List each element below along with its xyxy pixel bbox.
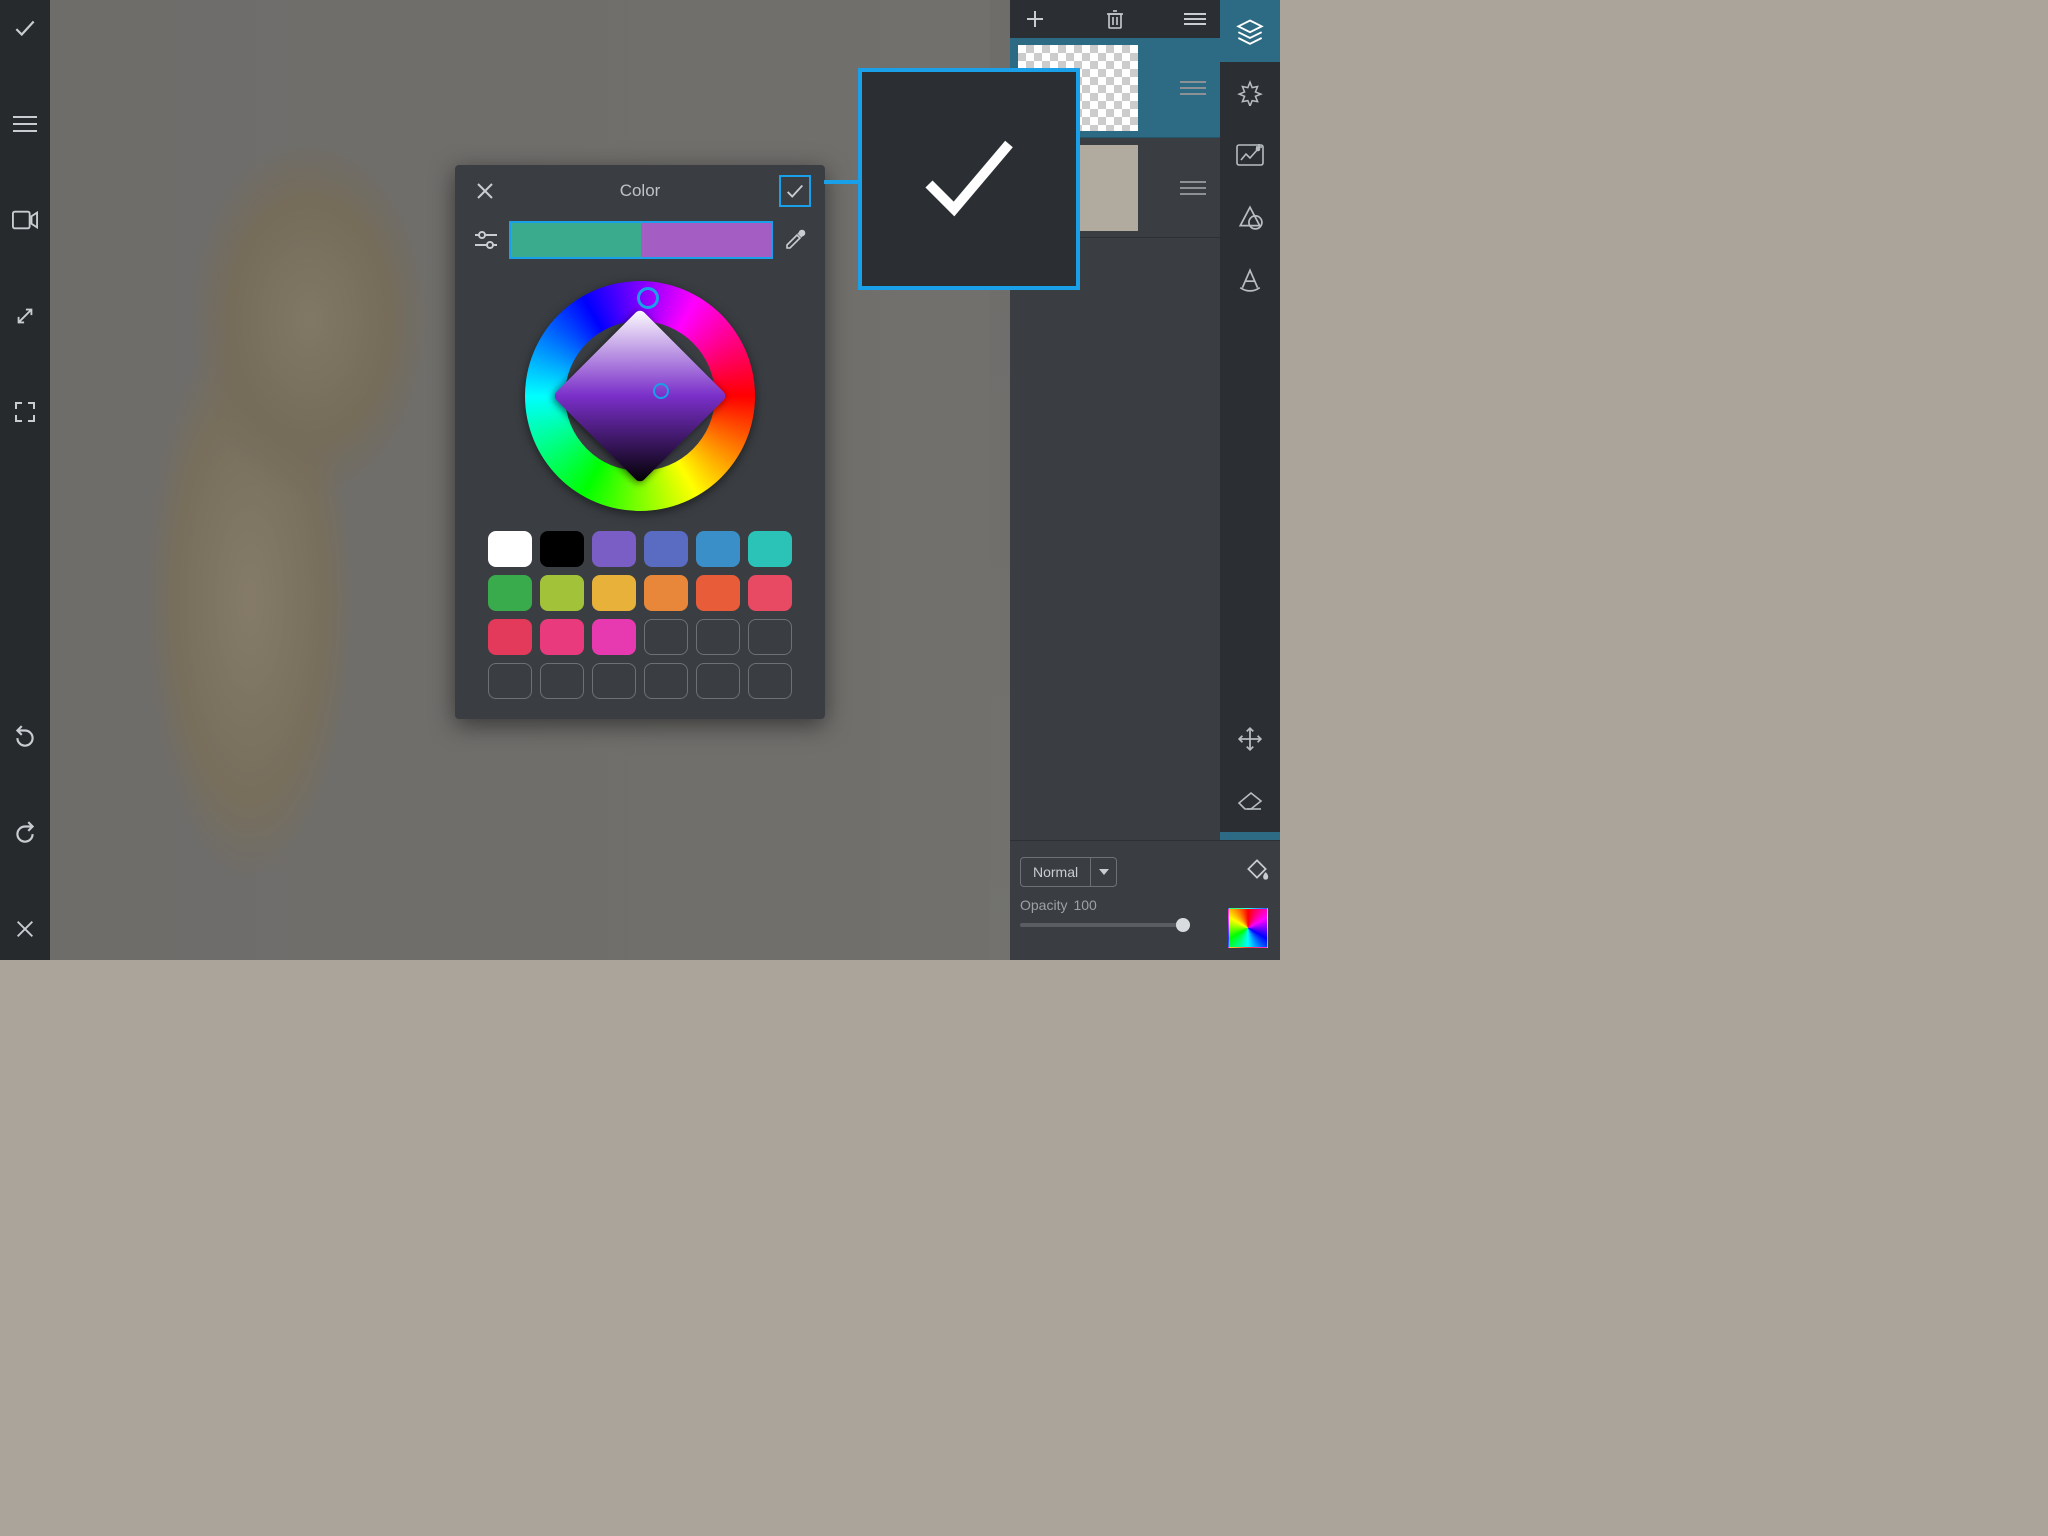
color-swatch[interactable] [644,531,688,567]
swatch-grid [455,531,825,699]
bucket-icon[interactable] [1244,856,1270,887]
dropdown-caret-icon [1090,858,1116,886]
redo-icon[interactable] [12,820,38,846]
blend-mode-select[interactable]: Normal [1020,857,1117,887]
color-swatch[interactable] [540,531,584,567]
color-popover: Color [455,165,825,719]
color-swatch[interactable] [540,575,584,611]
confirm-icon[interactable] [12,15,38,41]
color-swatch[interactable] [644,575,688,611]
layer-properties: Normal Opacity 100 [1010,840,1280,960]
sliders-icon[interactable] [473,230,499,250]
eyedropper-icon[interactable] [783,228,807,252]
color-swatch[interactable] [540,619,584,655]
value-cursor[interactable] [653,383,669,399]
empty-swatch[interactable] [748,619,792,655]
hue-wheel[interactable] [525,281,755,511]
color-swatch[interactable] [488,619,532,655]
text-icon[interactable] [1220,248,1280,310]
move-icon[interactable] [1220,708,1280,770]
menu-icon[interactable] [12,111,38,137]
layers-stack-icon[interactable] [1220,0,1280,62]
callout-highlight [858,68,1080,290]
effects-icon[interactable] [1220,62,1280,124]
drag-handle-icon[interactable] [1180,81,1206,95]
close-icon[interactable] [12,916,38,942]
color-swatch[interactable] [592,575,636,611]
opacity-label: Opacity [1020,897,1067,913]
empty-swatch[interactable] [696,663,740,699]
opacity-value: 100 [1073,897,1096,913]
left-toolbar [0,0,50,960]
current-color [641,223,771,257]
empty-swatch[interactable] [644,619,688,655]
expand-icon[interactable] [12,303,38,329]
color-swatch[interactable] [748,531,792,567]
empty-swatch[interactable] [748,663,792,699]
empty-swatch[interactable] [696,619,740,655]
opacity-slider[interactable] [1020,923,1190,927]
color-swatch[interactable] [748,575,792,611]
fullscreen-icon[interactable] [12,399,38,425]
color-compare-swatch[interactable] [511,223,771,257]
adjustments-icon[interactable] [1220,124,1280,186]
color-swatch[interactable] [696,575,740,611]
slider-thumb[interactable] [1176,918,1190,932]
empty-swatch[interactable] [540,663,584,699]
empty-swatch[interactable] [644,663,688,699]
drag-handle-icon[interactable] [1180,181,1206,195]
empty-swatch[interactable] [488,663,532,699]
right-toolbar [1220,0,1280,894]
color-swatch[interactable] [696,531,740,567]
popover-title: Color [455,181,825,201]
eraser-icon[interactable] [1220,770,1280,832]
color-chip[interactable] [1228,908,1268,948]
saturation-diamond[interactable] [552,308,727,483]
previous-color [511,223,641,257]
popover-close-icon[interactable] [471,177,499,205]
delete-layer-icon[interactable] [1100,9,1130,29]
callout-connector [824,180,862,184]
hue-cursor[interactable] [637,287,659,309]
undo-icon[interactable] [12,724,38,750]
layer-menu-icon[interactable] [1180,12,1210,26]
color-swatch[interactable] [488,531,532,567]
popover-confirm-icon[interactable] [781,177,809,205]
color-swatch[interactable] [592,619,636,655]
blend-mode-label: Normal [1021,864,1090,880]
color-swatch[interactable] [488,575,532,611]
shapes-icon[interactable] [1220,186,1280,248]
video-icon[interactable] [12,207,38,233]
layers-header [1010,0,1220,38]
color-swatch[interactable] [592,531,636,567]
empty-swatch[interactable] [592,663,636,699]
add-layer-icon[interactable] [1020,9,1050,29]
